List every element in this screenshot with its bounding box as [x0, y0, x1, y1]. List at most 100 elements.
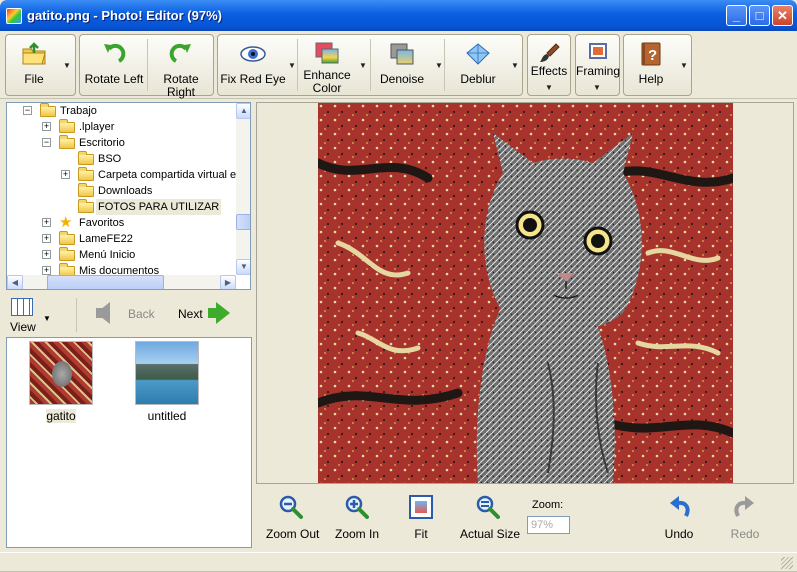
- tree-item-label: Favoritos: [79, 217, 125, 229]
- rotate-left-label: Rotate Left: [84, 72, 144, 86]
- next-button[interactable]: Next: [178, 307, 203, 321]
- help-label: Help: [638, 72, 664, 86]
- horizontal-scroll-thumb[interactable]: [47, 275, 164, 289]
- navigation-bar: View ▼ Back Next: [0, 292, 256, 336]
- zoom-in-button[interactable]: Zoom In: [334, 494, 380, 541]
- eye-icon: [240, 46, 266, 62]
- scroll-right-icon[interactable]: ▶: [220, 275, 236, 289]
- actual-size-button[interactable]: Actual Size: [460, 494, 520, 541]
- kitten-photo: [318, 103, 733, 483]
- undo-button[interactable]: Undo: [662, 494, 696, 541]
- rotate-group: Rotate Left Rotate Right: [79, 34, 214, 99]
- tree-item-label: BSO: [98, 153, 122, 165]
- window-title: gatito.png - Photo! Editor (97%): [27, 8, 222, 23]
- thumbnail-caption-text: gatito: [46, 409, 76, 423]
- maximize-button[interactable]: □: [749, 5, 770, 26]
- expand-icon[interactable]: +: [42, 266, 51, 275]
- close-button[interactable]: ✕: [772, 5, 793, 26]
- zoom-caption: Zoom:: [532, 499, 564, 511]
- rotate-right-button[interactable]: Rotate Right: [148, 35, 214, 99]
- collapse-icon[interactable]: −: [42, 138, 51, 147]
- tree-item-label: Carpeta compartida virtual e: [98, 169, 237, 181]
- zoom-out-label: Zoom Out: [266, 527, 320, 541]
- fit-button[interactable]: Fit: [406, 494, 436, 541]
- denoise-icon: [390, 43, 414, 65]
- thumbnail-caption-untitled: untitled: [147, 409, 187, 423]
- resize-grip[interactable]: [781, 557, 793, 569]
- thumbnail-gatito[interactable]: [29, 341, 93, 405]
- tree-horizontal-scrollbar[interactable]: ◀ ▶: [7, 275, 236, 289]
- denoise-button[interactable]: Denoise: [371, 35, 433, 95]
- fix-red-eye-label: Fix Red Eye: [220, 72, 286, 86]
- app-window: gatito.png - Photo! Editor (97%) _ □ ✕ F…: [0, 0, 797, 572]
- enhance-color-dropdown-icon[interactable]: ▼: [359, 61, 367, 70]
- open-folder-icon: [22, 42, 46, 65]
- tree-item-fotos-para-utilizar[interactable]: FOTOS PARA UTILIZAR: [61, 199, 222, 215]
- effects-dropdown-icon[interactable]: ▼: [545, 83, 553, 92]
- minimize-button[interactable]: _: [726, 5, 747, 26]
- file-group: File ▼: [5, 34, 76, 96]
- title-bar[interactable]: gatito.png - Photo! Editor (97%) _ □ ✕: [0, 0, 797, 31]
- fix-red-eye-dropdown-icon[interactable]: ▼: [288, 61, 296, 70]
- expand-icon[interactable]: +: [42, 122, 51, 131]
- scroll-down-icon[interactable]: ▼: [236, 259, 250, 275]
- tree-item-label: Menú Inicio: [79, 249, 136, 261]
- collapse-icon[interactable]: −: [23, 106, 32, 115]
- framing-dropdown-icon[interactable]: ▼: [593, 83, 601, 92]
- effects-button[interactable]: Effects ▼: [528, 35, 570, 95]
- expand-icon[interactable]: +: [61, 170, 70, 179]
- framing-label: Framing: [576, 64, 621, 78]
- scroll-up-icon[interactable]: ▲: [236, 103, 250, 119]
- undo-icon: [670, 496, 690, 517]
- photo-preview[interactable]: [318, 103, 733, 483]
- expand-icon[interactable]: +: [42, 250, 51, 259]
- diamond-icon: [466, 43, 490, 65]
- folder-icon: [59, 247, 75, 261]
- folder-icon: [78, 167, 94, 181]
- denoise-label: Denoise: [379, 72, 425, 86]
- fit-to-window-icon: [409, 495, 433, 519]
- toolbar: File ▼ Rotate Left Rotate Right Fix Red …: [0, 31, 797, 99]
- tree-vertical-scrollbar[interactable]: ▲ ▼: [236, 103, 250, 275]
- vertical-scroll-thumb[interactable]: [236, 214, 250, 230]
- denoise-dropdown-icon[interactable]: ▼: [435, 61, 443, 70]
- help-dropdown-icon[interactable]: ▼: [680, 61, 688, 70]
- thumbnail-panel: gatito untitled: [6, 337, 252, 548]
- rotate-left-icon: [104, 43, 126, 63]
- rotate-right-icon: [169, 43, 191, 63]
- thumbnail-untitled[interactable]: [135, 341, 199, 405]
- folder-icon: [40, 103, 56, 117]
- view-button[interactable]: View ▼: [6, 296, 52, 334]
- tree-item-label: Downloads: [98, 185, 153, 197]
- folder-icon: [78, 151, 94, 165]
- help-button[interactable]: ? Help: [624, 35, 678, 95]
- zoom-out-button[interactable]: Zoom Out: [266, 494, 320, 541]
- fix-red-eye-button[interactable]: Fix Red Eye: [220, 35, 286, 95]
- tree-item-label: .lplayer: [79, 121, 115, 133]
- scroll-left-icon[interactable]: ◀: [7, 275, 23, 289]
- redo-button[interactable]: Redo: [728, 494, 762, 541]
- zoom-level-input[interactable]: [527, 516, 570, 534]
- back-button[interactable]: Back: [128, 307, 155, 321]
- deblur-button[interactable]: Deblur: [445, 35, 511, 95]
- star-icon: ★: [59, 214, 73, 231]
- back-arrow-icon[interactable]: [96, 302, 110, 324]
- folder-tree[interactable]: − Trabajo + .lplayer − Escritorio BSO + …: [6, 102, 251, 290]
- deblur-dropdown-icon[interactable]: ▼: [511, 61, 519, 70]
- image-canvas[interactable]: [256, 102, 794, 484]
- file-dropdown-icon[interactable]: ▼: [63, 61, 71, 70]
- view-dropdown-icon[interactable]: ▼: [43, 314, 51, 323]
- app-icon: [6, 8, 22, 24]
- rotate-left-button[interactable]: Rotate Left: [82, 35, 146, 95]
- enhance-color-button[interactable]: Enhance Color: [298, 35, 356, 95]
- folder-icon: [78, 199, 94, 213]
- expand-icon[interactable]: +: [42, 234, 51, 243]
- effects-group: Effects ▼: [527, 34, 571, 96]
- tree-item-label: Escritorio: [79, 137, 125, 149]
- next-arrow-icon[interactable]: [208, 302, 230, 324]
- thumbnail-caption-gatito: gatito: [29, 409, 93, 423]
- status-bar: [0, 552, 797, 572]
- framing-button[interactable]: Framing ▼: [576, 35, 621, 95]
- expand-icon[interactable]: +: [42, 218, 51, 227]
- file-button[interactable]: File: [6, 35, 62, 95]
